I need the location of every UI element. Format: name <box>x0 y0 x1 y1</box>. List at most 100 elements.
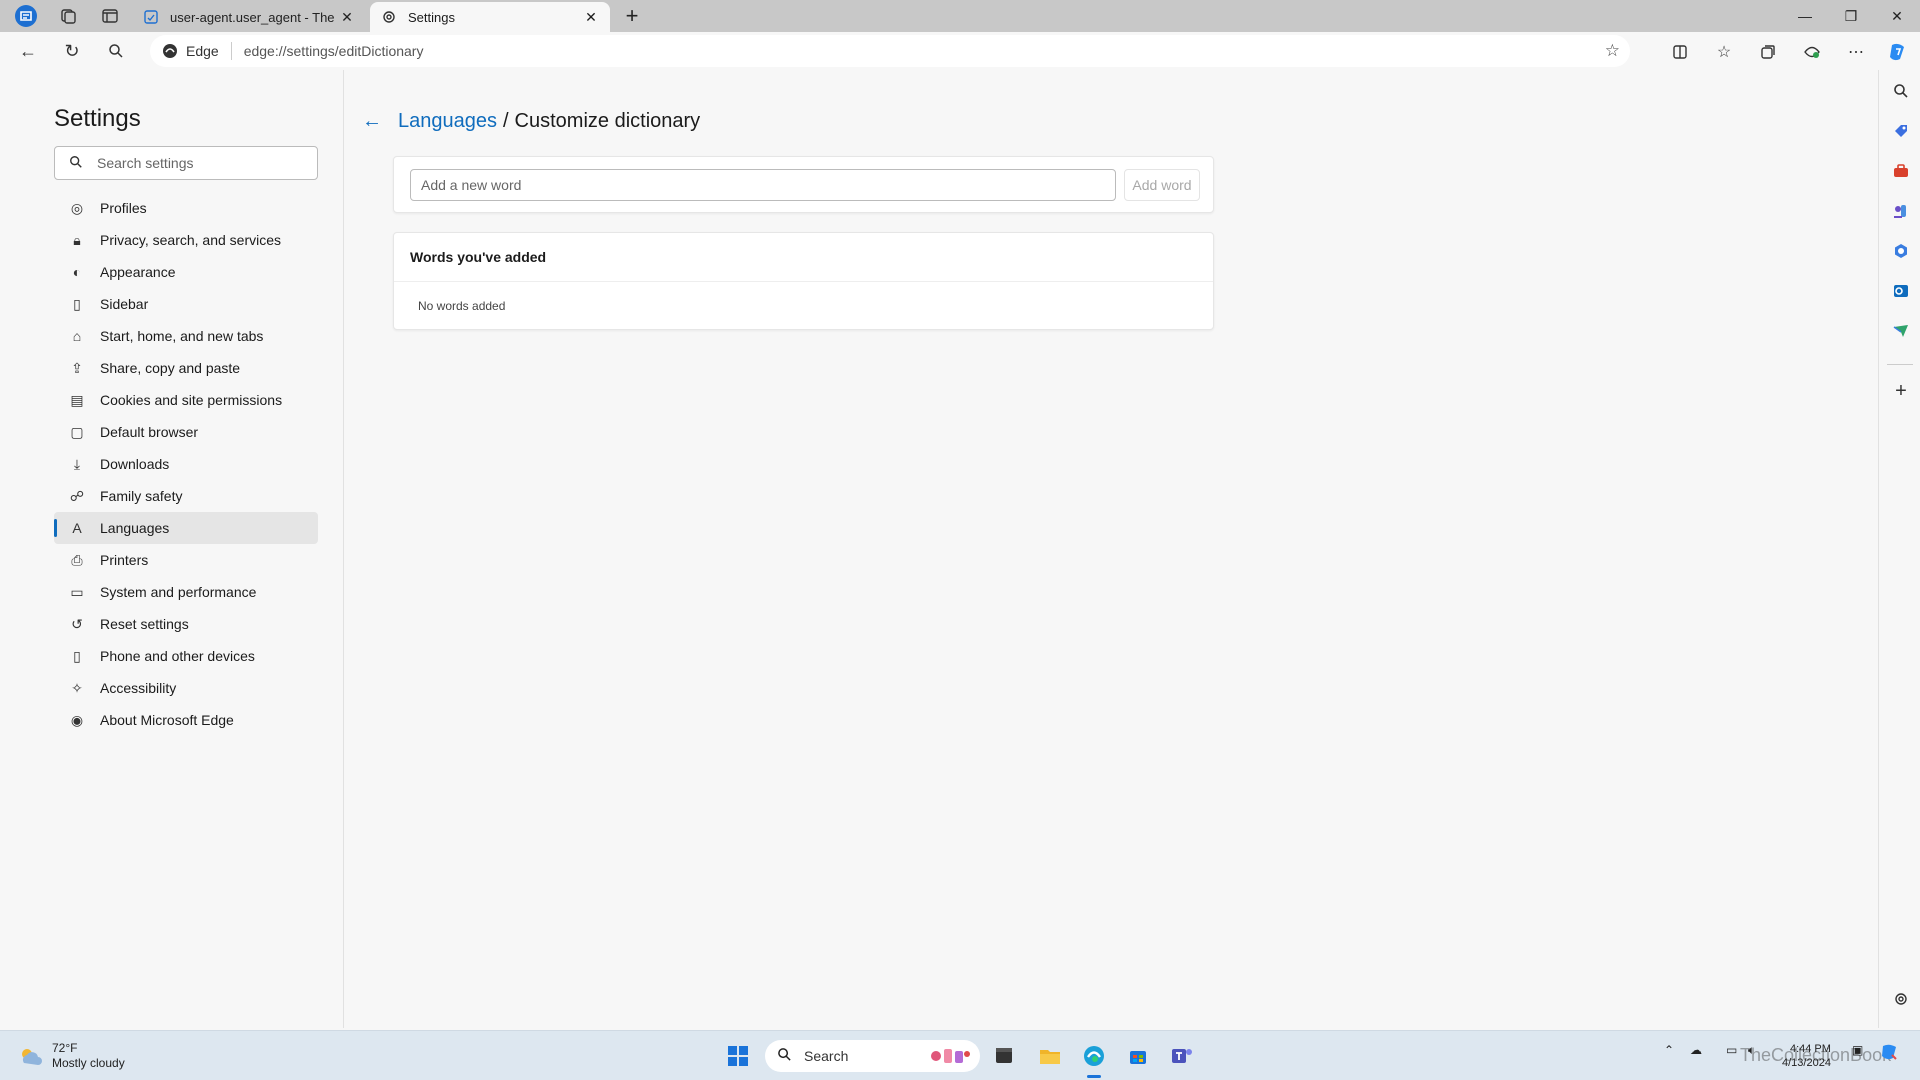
search-settings-input[interactable]: Search settings <box>54 146 318 180</box>
tab-title: user-agent.user_agent - The Coll <box>170 9 338 25</box>
sidebar-settings-icon[interactable] <box>1890 988 1912 1010</box>
back-arrow-icon[interactable]: ← <box>362 110 382 133</box>
sidebar-item-label: Sidebar <box>100 296 149 312</box>
search-icon[interactable] <box>102 37 130 65</box>
network-icon[interactable]: ▭ <box>1726 1043 1737 1057</box>
new-tab-button[interactable]: + <box>620 3 644 28</box>
start-button[interactable] <box>722 1040 754 1072</box>
gear-icon <box>380 8 398 26</box>
close-window-button[interactable]: ✕ <box>1874 0 1920 32</box>
taskbar-search[interactable]: Search <box>765 1040 980 1072</box>
cloud-icon <box>18 1045 44 1067</box>
sidebar-item-label: Family safety <box>100 488 183 504</box>
url-text[interactable]: edge://settings/editDictionary <box>244 43 424 59</box>
sidebar-item-start-home-and-new-tabs[interactable]: ⌂ Start, home, and new tabs <box>54 320 318 352</box>
download-icon: ⤓ <box>73 455 81 472</box>
sidebar-item-languages[interactable]: A Languages <box>54 512 318 544</box>
sidebar-item-label: About Microsoft Edge <box>100 712 234 728</box>
add-icon[interactable]: + <box>1890 380 1912 402</box>
tab-title: Settings <box>408 9 455 25</box>
sidebar-item-label: Downloads <box>100 456 170 472</box>
sidebar-item-label: Printers <box>100 552 149 568</box>
sidebar-item-label: Cookies and site permissions <box>100 392 283 408</box>
edge-icon: ◉ <box>70 711 84 728</box>
sidebar-item-about-microsoft-edge[interactable]: ◉ About Microsoft Edge <box>54 704 318 736</box>
clock-date: 4/13/2024 <box>1782 1057 1831 1069</box>
weather-widget[interactable]: 72°F Mostly cloudy <box>18 1041 125 1071</box>
cookie-icon: ▤ <box>70 391 84 408</box>
sidebar-item-label: Profiles <box>100 200 147 216</box>
profile-avatar-icon[interactable] <box>12 2 40 30</box>
edge-taskbar-icon[interactable] <box>1078 1040 1110 1078</box>
sidebar-item-label: Default browser <box>100 424 199 440</box>
sidebar-item-default-browser[interactable]: ▢ Default browser <box>54 416 318 448</box>
sidebar-item-privacy-search-and-services[interactable]: 🔒︎ Privacy, search, and services <box>54 224 318 256</box>
copilot-taskbar-icon[interactable] <box>1880 1043 1900 1064</box>
split-screen-icon[interactable] <box>1666 38 1694 66</box>
tray-chevron-icon[interactable]: ⌃ <box>1664 1043 1674 1057</box>
sidebar-item-profiles[interactable]: ◎ Profiles <box>54 192 318 224</box>
workspaces-icon[interactable] <box>54 2 82 30</box>
sidebar-item-share-copy-and-paste[interactable]: ⇪ Share, copy and paste <box>54 352 318 384</box>
favorite-star-icon[interactable]: ☆ <box>1605 41 1620 61</box>
profile-icon: ◎ <box>70 199 84 216</box>
file-explorer-icon[interactable] <box>1034 1040 1066 1072</box>
search-placeholder: Search settings <box>97 155 194 171</box>
sidebar-item-printers[interactable]: ⎙ Printers <box>54 544 318 576</box>
sidebar-item-family-safety[interactable]: ☍ Family safety <box>54 480 318 512</box>
clock-time: 4:44 PM <box>1789 1043 1831 1055</box>
send-icon[interactable] <box>1890 320 1912 342</box>
onedrive-icon[interactable]: ☁ <box>1690 1043 1702 1057</box>
microsoft-365-icon[interactable] <box>1890 240 1912 262</box>
add-word-input[interactable] <box>410 169 1116 201</box>
terminal-icon[interactable] <box>988 1040 1020 1072</box>
add-word-button[interactable]: Add word <box>1124 169 1200 201</box>
breadcrumb-current: Customize dictionary <box>514 110 701 132</box>
notifications-icon[interactable]: ▣ <box>1852 1043 1863 1057</box>
collections-icon[interactable] <box>1754 38 1782 66</box>
close-tab-icon[interactable]: ✕ <box>338 8 356 26</box>
sidebar-item-label: Privacy, search, and services <box>100 232 282 248</box>
sidebar-item-downloads[interactable]: ⤓ Downloads <box>54 448 318 480</box>
tab-user-agent[interactable]: user-agent.user_agent - The Coll ✕ <box>132 2 366 32</box>
shopping-tag-icon[interactable] <box>1890 120 1912 142</box>
sidebar-item-accessibility[interactable]: ✧ Accessibility <box>54 672 318 704</box>
sidebar-item-cookies-and-site-permissions[interactable]: ▤ Cookies and site permissions <box>54 384 318 416</box>
close-tab-icon[interactable]: ✕ <box>582 8 600 26</box>
sidebar-item-reset-settings[interactable]: ↺ Reset settings <box>54 608 318 640</box>
search-icon[interactable] <box>1890 80 1912 102</box>
teams-icon[interactable] <box>1166 1040 1198 1072</box>
games-icon[interactable] <box>1890 200 1912 222</box>
sidebar-item-system-and-performance[interactable]: ▭ System and performance <box>54 576 318 608</box>
sidebar-item-appearance[interactable]: ◐ Appearance <box>54 256 318 288</box>
favorites-icon[interactable]: ☆ <box>1710 38 1738 66</box>
sidebar-icon: ▯ <box>73 295 81 312</box>
more-options-icon[interactable]: ⋯ <box>1842 38 1870 66</box>
breadcrumb-languages-link[interactable]: Languages <box>398 110 497 133</box>
sidebar-item-phone-and-other-devices[interactable]: ▯ Phone and other devices <box>54 640 318 672</box>
system-clock[interactable]: 4:44 PM 4/13/2024 <box>1782 1042 1831 1070</box>
outlook-icon[interactable] <box>1890 280 1912 302</box>
sidebar-item-label: System and performance <box>100 584 257 600</box>
windows-taskbar: 72°F Mostly cloudy Search ⌃ ☁ ▭ 🔈︎ TheCo… <box>0 1030 1920 1080</box>
share-icon: ⇪ <box>71 359 83 376</box>
sidebar-item-label: Appearance <box>100 264 176 280</box>
sidebar-item-label: Start, home, and new tabs <box>100 328 264 344</box>
breadcrumb-separator: / <box>502 110 509 132</box>
tab-actions-icon[interactable] <box>96 2 124 30</box>
system-icon: ▭ <box>70 583 84 600</box>
sidebar-item-sidebar[interactable]: ▯ Sidebar <box>54 288 318 320</box>
refresh-button[interactable]: ↻ <box>58 37 86 65</box>
search-highlight-icon <box>928 1046 972 1069</box>
restore-button[interactable]: ❐ <box>1828 0 1874 32</box>
microsoft-store-icon[interactable] <box>1122 1040 1154 1072</box>
address-bar[interactable]: Edge edge://settings/editDictionary ☆ <box>150 35 1630 67</box>
back-button[interactable]: ← <box>14 37 42 65</box>
tab-settings[interactable]: Settings ✕ <box>370 2 610 32</box>
tools-icon[interactable] <box>1890 160 1912 182</box>
weather-desc: Mostly cloudy <box>52 1056 125 1070</box>
copilot-icon[interactable] <box>1884 38 1912 66</box>
reset-icon: ↺ <box>71 615 83 632</box>
minimize-button[interactable]: — <box>1782 0 1828 32</box>
browser-essentials-icon[interactable] <box>1798 38 1826 66</box>
